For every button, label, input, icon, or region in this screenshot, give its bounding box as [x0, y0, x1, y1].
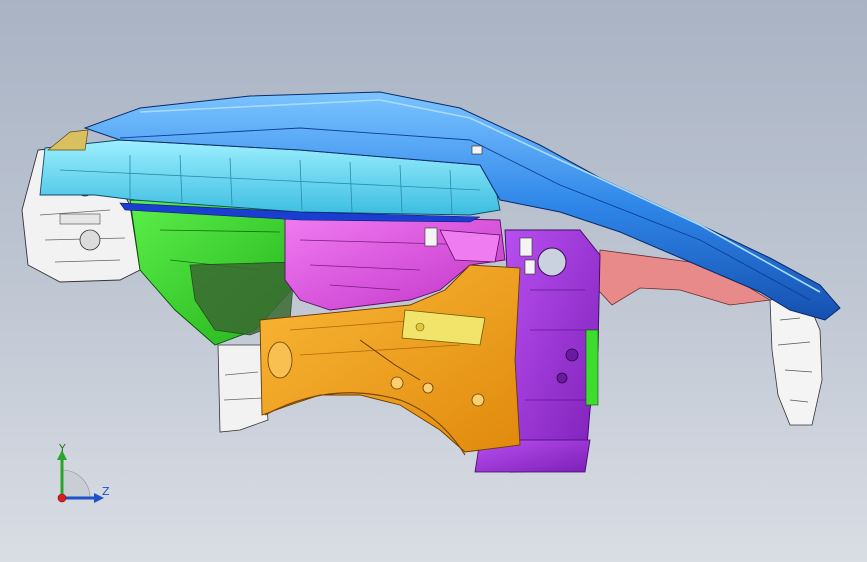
car-body-side-assembly[interactable] — [0, 0, 867, 562]
y-axis-label: Y — [59, 442, 66, 455]
front-tip-part — [47, 129, 89, 151]
3d-model-viewport[interactable]: Y Z — [0, 0, 867, 562]
z-axis-label: Z — [102, 485, 110, 498]
x-axis-dot — [57, 493, 67, 503]
